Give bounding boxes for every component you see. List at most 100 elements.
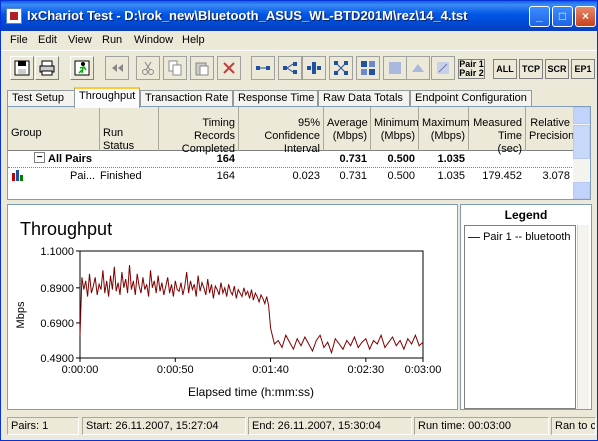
pair-measured-time: 179.452: [482, 170, 522, 182]
window-title: IxChariot Test - D:\rok_new\Bluetooth_AS…: [27, 8, 468, 23]
legend-entry-label: Pair 1 -- bluetooth: [483, 231, 571, 243]
network-icon[interactable]: [406, 56, 430, 80]
print-icon[interactable]: [35, 56, 59, 80]
title-bar[interactable]: IxChariot Test - D:\rok_new\Bluetooth_AS…: [1, 1, 597, 31]
y-tick-label-1: 0.8900: [40, 283, 74, 295]
col-measured-time[interactable]: Measured Time (sec): [469, 107, 526, 155]
copy-icon[interactable]: [163, 56, 187, 80]
all-button[interactable]: ALL: [493, 59, 517, 79]
menu-run[interactable]: Run: [102, 34, 122, 46]
pair-disabled-icon[interactable]: [383, 56, 407, 80]
grid-pair-icon[interactable]: [356, 56, 380, 80]
expand-collapse-icon[interactable]: −: [34, 152, 45, 163]
col-maximum[interactable]: Maximum (Mbps): [419, 107, 470, 151]
all-pairs-minimum: 0.500: [387, 153, 415, 165]
toolbar: Pair 1 Pair 2 ALL TCP SCR EP1: [1, 50, 597, 83]
run-icon[interactable]: [70, 56, 94, 80]
col-run-status[interactable]: Run Status: [100, 107, 159, 152]
close-button[interactable]: ×: [575, 6, 596, 27]
pair-toggle-button[interactable]: Pair 1 Pair 2: [458, 59, 485, 79]
bar-chart-icon: [12, 169, 26, 184]
pair-add-icon[interactable]: [251, 56, 275, 80]
results-grid: Group Run Status Timing Records Complete…: [7, 106, 591, 200]
maximize-button[interactable]: □: [552, 6, 573, 27]
scroll-up-button[interactable]: [573, 107, 590, 124]
legend-swatch: [468, 236, 480, 238]
y-axis-label: Mbps: [15, 301, 27, 328]
col-relative-precision[interactable]: Relative Precision: [526, 107, 574, 151]
menu-view[interactable]: View: [68, 34, 92, 46]
tab-strip: Test Setup Throughput Transaction Rate R…: [1, 87, 597, 108]
tab-endpoint-configuration[interactable]: Endpoint Configuration: [410, 90, 532, 107]
all-pairs-records: 164: [216, 153, 235, 165]
tab-response-time[interactable]: Response Time: [233, 90, 318, 107]
col-timing-records[interactable]: Timing Records Completed: [159, 107, 239, 155]
col-confidence[interactable]: 95% Confidence Interval: [239, 107, 324, 155]
legend-box: Pair 1 -- bluetooth: [464, 225, 576, 409]
paste-icon[interactable]: [190, 56, 214, 80]
pair-confidence: 0.023: [292, 170, 320, 182]
endpoint-icon[interactable]: [302, 56, 326, 80]
edit-pair-icon[interactable]: [431, 56, 455, 80]
rewind-icon[interactable]: [105, 56, 129, 80]
minimize-button[interactable]: _: [529, 6, 550, 27]
table-row-pair-1[interactable]: Pai... Finished 164 0.023 0.731 0.500 1.…: [8, 168, 574, 185]
save-icon[interactable]: [10, 56, 34, 80]
pair-label: Pai...: [70, 170, 96, 182]
cut-icon[interactable]: [136, 56, 160, 80]
pair-run-status: Finished: [100, 170, 142, 182]
tcp-button[interactable]: TCP: [519, 59, 543, 79]
y-tick-label-2: 0.6900: [40, 318, 74, 330]
plot-frame: [79, 250, 424, 359]
table-row-all-pairs[interactable]: − All Pairs 164 0.731 0.500 1.035: [8, 151, 574, 168]
y-tick-label-0: 1.1000: [40, 246, 74, 258]
pair-average: 0.731: [339, 170, 367, 182]
status-end: End: 26.11.2007, 15:30:04: [248, 417, 412, 435]
x-axis-label: Elapsed time (h:mm:ss): [188, 385, 314, 399]
app-window: IxChariot Test - D:\rok_new\Bluetooth_AS…: [0, 0, 598, 441]
pair-records: 164: [216, 170, 235, 182]
x-tick-label-4: 0:03:00: [405, 364, 442, 376]
x-tick-label-3: 0:02:30: [347, 364, 384, 376]
ep1-button[interactable]: EP1: [571, 59, 595, 79]
tab-transaction-rate[interactable]: Transaction Rate: [140, 90, 233, 107]
menu-edit[interactable]: Edit: [38, 34, 57, 46]
tab-raw-data-totals[interactable]: Raw Data Totals: [318, 90, 410, 107]
pair-maximum: 1.035: [437, 170, 465, 182]
scr-button[interactable]: SCR: [545, 59, 569, 79]
all-pairs-maximum: 1.035: [437, 153, 465, 165]
status-start: Start: 26.11.2007, 15:27:04: [82, 417, 246, 435]
scroll-thumb[interactable]: [573, 125, 590, 159]
menu-window[interactable]: Window: [134, 34, 173, 46]
tab-test-setup[interactable]: Test Setup: [7, 90, 75, 107]
legend-scrollbar[interactable]: [577, 225, 589, 409]
delete-icon[interactable]: [217, 56, 241, 80]
pair-precision: 3.078: [542, 170, 570, 182]
menu-file[interactable]: File: [10, 34, 28, 46]
pair-minimum: 0.500: [387, 170, 415, 182]
all-pairs-average: 0.731: [339, 153, 367, 165]
status-runtime: Run time: 00:03:00: [414, 417, 549, 435]
x-tick-label-2: 0:01:40: [252, 364, 289, 376]
pair2-label: Pair 2: [459, 68, 484, 78]
legend-panel: Legend Pair 1 -- bluetooth: [460, 204, 592, 410]
app-icon: [6, 8, 22, 24]
chart-svg: Throughput Mbps Elapsed time (h:mm:ss) 1…: [15, 219, 442, 399]
menu-help[interactable]: Help: [182, 34, 205, 46]
legend-entry-pair-1[interactable]: Pair 1 -- bluetooth: [468, 231, 571, 243]
status-bar: Pairs: 1 Start: 26.11.2007, 15:27:04 End…: [1, 414, 597, 440]
legend-title: Legend: [504, 208, 548, 222]
grid-vertical-scrollbar[interactable]: [573, 107, 590, 199]
multicast-pair-icon[interactable]: [278, 56, 302, 80]
x-tick-label-1: 0:00:50: [157, 364, 194, 376]
cross-pair-icon[interactable]: [329, 56, 353, 80]
col-group[interactable]: Group: [8, 107, 100, 151]
status-pairs: Pairs: 1: [7, 417, 79, 435]
col-average[interactable]: Average (Mbps): [324, 107, 371, 151]
tab-throughput[interactable]: Throughput: [74, 87, 140, 108]
x-tick-label-0: 0:00:00: [62, 364, 99, 376]
menu-bar: File Edit View Run Window Help: [1, 31, 597, 49]
col-minimum[interactable]: Minimum (Mbps): [371, 107, 419, 151]
scroll-down-button[interactable]: [573, 182, 590, 199]
throughput-chart: Throughput Mbps Elapsed time (h:mm:ss) 1…: [7, 204, 458, 410]
